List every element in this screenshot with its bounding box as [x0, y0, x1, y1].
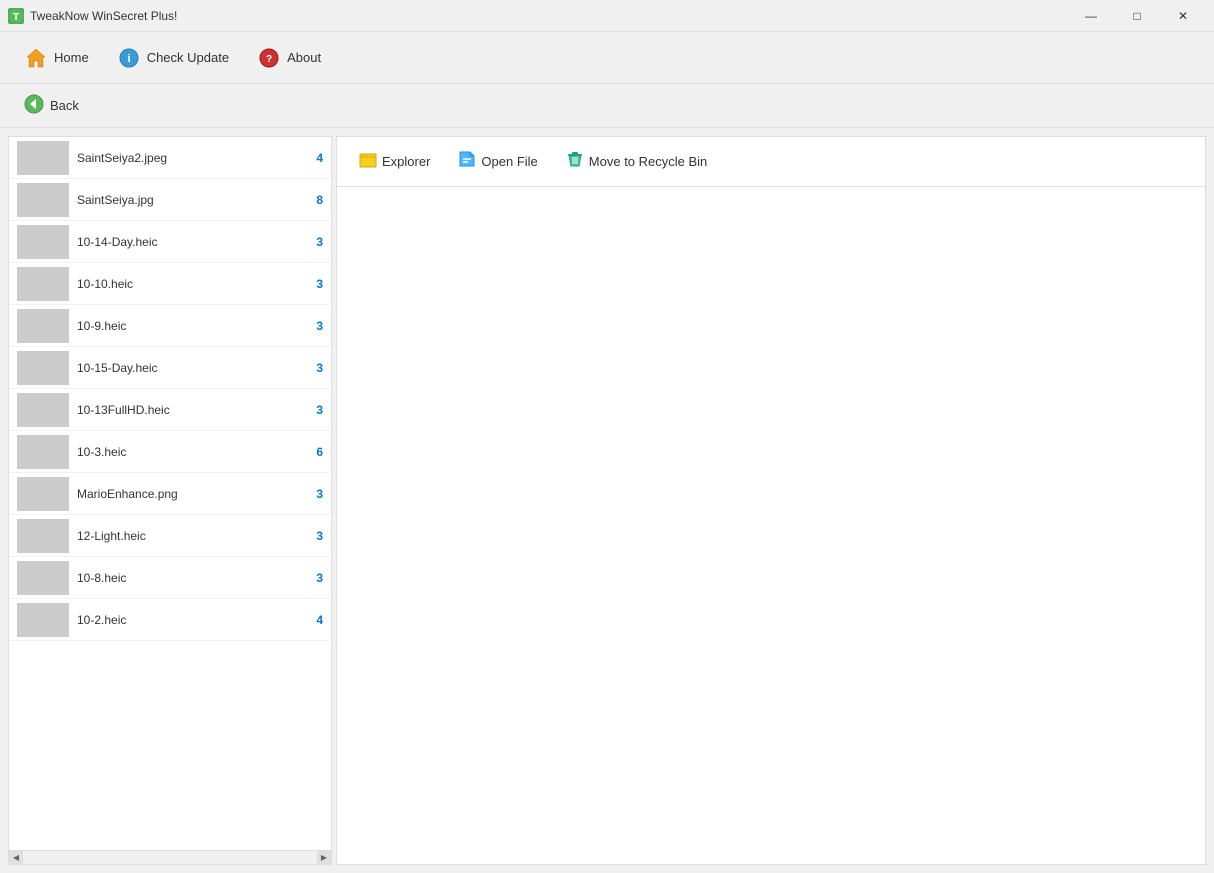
explorer-icon [359, 150, 377, 173]
svg-text:T: T [13, 12, 19, 23]
list-item[interactable]: MarioEnhance.png 3 [9, 473, 331, 515]
back-bar: Back [0, 84, 1214, 128]
right-panel: Explorer Open File [336, 136, 1206, 865]
open-file-icon [458, 150, 476, 173]
list-item[interactable]: 10-13FullHD.heic 3 [9, 389, 331, 431]
list-item-name: MarioEnhance.png [77, 487, 303, 501]
list-item-thumb [17, 309, 69, 343]
svg-text:?: ? [266, 54, 272, 65]
list-item-thumb [17, 435, 69, 469]
list-item[interactable]: 10-14-Day.heic 3 [9, 221, 331, 263]
list-item[interactable]: SaintSeiya2.jpeg 4 [9, 137, 331, 179]
left-panel: SaintSeiya2.jpeg 4 SaintSeiya.jpg 8 10-1… [8, 136, 332, 865]
list-item-count: 3 [303, 361, 323, 375]
about-label: About [287, 50, 321, 65]
list-item-count: 8 [303, 193, 323, 207]
maximize-button[interactable]: □ [1114, 0, 1160, 32]
back-button[interactable]: Back [16, 90, 87, 121]
list-item-count: 3 [303, 571, 323, 585]
recycle-icon [566, 150, 584, 173]
list-item-thumb [17, 267, 69, 301]
explorer-button[interactable]: Explorer [349, 145, 440, 178]
list-item-count: 6 [303, 445, 323, 459]
list-item-count: 3 [303, 487, 323, 501]
list-item-thumb [17, 477, 69, 511]
file-list-panel[interactable]: SaintSeiya2.jpeg 4 SaintSeiya.jpg 8 10-1… [9, 137, 331, 850]
list-item-name: 10-2.heic [77, 613, 303, 627]
list-item-thumb [17, 519, 69, 553]
back-icon [24, 94, 44, 117]
list-item-name: 10-14-Day.heic [77, 235, 303, 249]
close-button[interactable]: ✕ [1160, 0, 1206, 32]
app-icon: T [8, 8, 24, 24]
list-item-name: 10-8.heic [77, 571, 303, 585]
main-content: SaintSeiya2.jpeg 4 SaintSeiya.jpg 8 10-1… [0, 128, 1214, 873]
list-item-name: 10-15-Day.heic [77, 361, 303, 375]
about-button[interactable]: ? About [245, 40, 333, 76]
list-item-name: 10-3.heic [77, 445, 303, 459]
list-item-thumb [17, 603, 69, 637]
home-icon [24, 46, 48, 70]
list-item-name: 12-Light.heic [77, 529, 303, 543]
titlebar: T TweakNow WinSecret Plus! — □ ✕ [0, 0, 1214, 32]
list-item[interactable]: 10-9.heic 3 [9, 305, 331, 347]
list-item[interactable]: 10-8.heic 3 [9, 557, 331, 599]
home-button[interactable]: Home [12, 40, 101, 76]
scroll-track [23, 851, 317, 865]
about-icon: ? [257, 46, 281, 70]
list-item-count: 3 [303, 319, 323, 333]
main-toolbar: Home i Check Update ? About [0, 32, 1214, 84]
move-to-recycle-button[interactable]: Move to Recycle Bin [556, 145, 718, 178]
file-entries [337, 187, 1205, 864]
list-item-count: 4 [303, 613, 323, 627]
list-item-thumb [17, 225, 69, 259]
list-item[interactable]: 10-10.heic 3 [9, 263, 331, 305]
list-item-name: SaintSeiya2.jpeg [77, 151, 303, 165]
list-item-thumb [17, 183, 69, 217]
open-file-label: Open File [481, 154, 537, 169]
list-item[interactable]: 12-Light.heic 3 [9, 515, 331, 557]
list-item-thumb [17, 351, 69, 385]
list-item-name: 10-13FullHD.heic [77, 403, 303, 417]
window-controls: — □ ✕ [1068, 0, 1206, 32]
home-label: Home [54, 50, 89, 65]
minimize-button[interactable]: — [1068, 0, 1114, 32]
back-label: Back [50, 98, 79, 113]
check-update-button[interactable]: i Check Update [105, 40, 241, 76]
check-update-icon: i [117, 46, 141, 70]
list-item-thumb [17, 141, 69, 175]
svg-text:i: i [127, 53, 130, 65]
list-item-count: 3 [303, 529, 323, 543]
list-item[interactable]: 10-15-Day.heic 3 [9, 347, 331, 389]
list-item[interactable]: 10-3.heic 6 [9, 431, 331, 473]
list-item-name: 10-10.heic [77, 277, 303, 291]
explorer-label: Explorer [382, 154, 430, 169]
list-item[interactable]: 10-2.heic 4 [9, 599, 331, 641]
list-item-count: 3 [303, 235, 323, 249]
check-update-label: Check Update [147, 50, 229, 65]
list-item[interactable]: SaintSeiya.jpg 8 [9, 179, 331, 221]
open-file-button[interactable]: Open File [448, 145, 547, 178]
app-title: TweakNow WinSecret Plus! [30, 9, 1068, 23]
list-item-count: 3 [303, 277, 323, 291]
list-item-thumb [17, 561, 69, 595]
scroll-right-button[interactable]: ▶ [317, 851, 331, 865]
scroll-left-button[interactable]: ◀ [9, 851, 23, 865]
move-to-recycle-label: Move to Recycle Bin [589, 154, 708, 169]
list-item-name: SaintSeiya.jpg [77, 193, 303, 207]
list-item-count: 3 [303, 403, 323, 417]
list-item-thumb [17, 393, 69, 427]
horizontal-scrollbar[interactable]: ◀ ▶ [9, 850, 331, 864]
list-item-count: 4 [303, 151, 323, 165]
action-toolbar: Explorer Open File [337, 137, 1205, 187]
list-item-name: 10-9.heic [77, 319, 303, 333]
